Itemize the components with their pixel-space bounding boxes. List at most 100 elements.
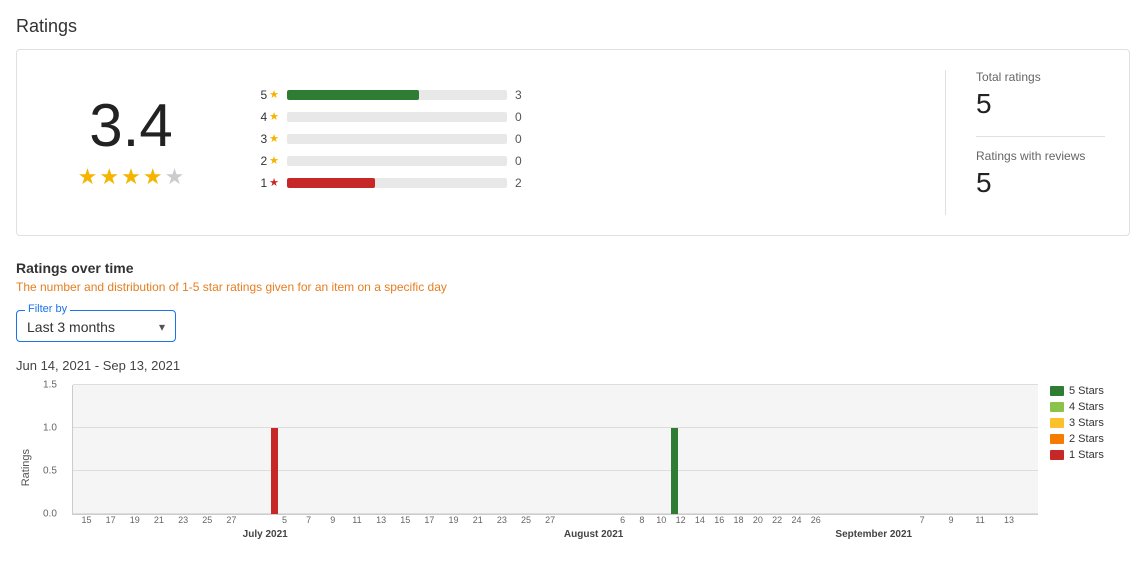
average-score: 3.4 bbox=[41, 96, 221, 156]
bar-track-2 bbox=[287, 156, 507, 166]
x-tick: 6 bbox=[620, 515, 625, 525]
page-title: Ratings bbox=[16, 16, 1130, 37]
x-tick: 21 bbox=[154, 515, 164, 525]
bar-row-1: 1★ 2 bbox=[251, 176, 915, 190]
ratings-card: 3.4 ★ ★ ★ ★ ★ 5★ 3 4★ 0 3★ 0 2★ 0 bbox=[16, 49, 1130, 236]
bar-star-5: ★ bbox=[269, 88, 279, 101]
star-4: ★ bbox=[143, 164, 163, 190]
bar-star-1: ★ bbox=[269, 176, 279, 189]
filter-label: Filter by bbox=[25, 303, 70, 315]
bar-row-2: 2★ 0 bbox=[251, 154, 915, 168]
x-tick: 18 bbox=[734, 515, 744, 525]
total-ratings-label: Total ratings bbox=[976, 70, 1105, 84]
x-tick: 13 bbox=[376, 515, 386, 525]
star-2: ★ bbox=[99, 164, 119, 190]
bar-track-4 bbox=[287, 112, 507, 122]
chevron-down-icon: ▾ bbox=[159, 320, 165, 334]
x-month-july: July 2021 bbox=[243, 529, 288, 540]
legend-color-1stars bbox=[1050, 450, 1064, 460]
x-tick: 16 bbox=[714, 515, 724, 525]
filter-box[interactable]: Filter by Last 3 months ▾ bbox=[16, 310, 176, 342]
legend-1stars: 1 Stars bbox=[1050, 449, 1130, 461]
over-time-title: Ratings over time bbox=[16, 260, 1130, 276]
x-tick: 20 bbox=[753, 515, 763, 525]
legend-4stars: 4 Stars bbox=[1050, 401, 1130, 413]
bar-star-3: ★ bbox=[269, 132, 279, 145]
x-tick: 7 bbox=[920, 515, 925, 525]
x-tick: 25 bbox=[521, 515, 531, 525]
legend-color-5stars bbox=[1050, 386, 1064, 396]
star-1: ★ bbox=[78, 164, 98, 190]
x-tick: 27 bbox=[226, 515, 236, 525]
chart-bar-red bbox=[271, 428, 278, 514]
x-tick: 15 bbox=[400, 515, 410, 525]
reviews-value: 5 bbox=[976, 167, 1105, 199]
legend-color-2stars bbox=[1050, 434, 1064, 444]
x-tick: 12 bbox=[676, 515, 686, 525]
bar-count-4: 0 bbox=[515, 110, 531, 124]
x-month-september: September 2021 bbox=[835, 529, 912, 540]
x-tick: 27 bbox=[545, 515, 555, 525]
bar-row-5: 5★ 3 bbox=[251, 88, 915, 102]
legend-color-3stars bbox=[1050, 418, 1064, 428]
legend-label-4stars: 4 Stars bbox=[1069, 401, 1104, 413]
x-month-august: August 2021 bbox=[564, 529, 623, 540]
x-tick: 22 bbox=[772, 515, 782, 525]
bar-count-3: 0 bbox=[515, 132, 531, 146]
x-tick: 19 bbox=[449, 515, 459, 525]
chart-bar-green bbox=[671, 428, 678, 514]
legend-2stars: 2 Stars bbox=[1050, 433, 1130, 445]
bar-star-2: ★ bbox=[269, 154, 279, 167]
x-tick: 11 bbox=[975, 515, 984, 525]
legend-3stars: 3 Stars bbox=[1050, 417, 1130, 429]
bar-star-4: ★ bbox=[269, 110, 279, 123]
x-tick: 9 bbox=[330, 515, 335, 525]
x-tick: 14 bbox=[695, 515, 705, 525]
x-tick: 10 bbox=[656, 515, 666, 525]
chart-container: 0.0 0.5 1.0 1.5 15 17 19 21 23 25 27 Jul… bbox=[44, 385, 1038, 551]
filter-select[interactable]: Last 3 months ▾ bbox=[27, 319, 165, 335]
date-range: Jun 14, 2021 - Sep 13, 2021 bbox=[16, 358, 1130, 373]
x-tick: 9 bbox=[949, 515, 954, 525]
legend-label-3stars: 3 Stars bbox=[1069, 417, 1104, 429]
bar-label-5: 5 bbox=[260, 88, 267, 102]
bar-label-2: 2 bbox=[260, 154, 267, 168]
x-tick: 26 bbox=[811, 515, 821, 525]
totals-divider bbox=[976, 136, 1105, 137]
chart-inner: 0.0 0.5 1.0 1.5 bbox=[72, 385, 1038, 515]
bar-chart-section: 5★ 3 4★ 0 3★ 0 2★ 0 1★ 2 bbox=[221, 88, 945, 198]
bar-label-3: 3 bbox=[260, 132, 267, 146]
over-time-subtitle: The number and distribution of 1-5 star … bbox=[16, 280, 1130, 294]
bar-count-2: 0 bbox=[515, 154, 531, 168]
x-tick: 5 bbox=[282, 515, 287, 525]
bar-label-1: 1 bbox=[260, 176, 267, 190]
star-rating: ★ ★ ★ ★ ★ bbox=[41, 164, 221, 190]
legend-label-5stars: 5 Stars bbox=[1069, 385, 1104, 397]
legend-5stars: 5 Stars bbox=[1050, 385, 1130, 397]
x-tick: 24 bbox=[791, 515, 801, 525]
star-3: ★ bbox=[121, 164, 141, 190]
legend-color-4stars bbox=[1050, 402, 1064, 412]
totals-section: Total ratings 5 Ratings with reviews 5 bbox=[945, 70, 1105, 215]
star-5: ★ bbox=[165, 164, 185, 190]
x-tick: 17 bbox=[424, 515, 434, 525]
bar-count-1: 2 bbox=[515, 176, 531, 190]
bar-fill-1 bbox=[287, 178, 375, 188]
bar-label-4: 4 bbox=[260, 110, 267, 124]
bar-fill-5 bbox=[287, 90, 419, 100]
x-axis: 15 17 19 21 23 25 27 July 2021 5 7 9 11 … bbox=[72, 515, 1038, 551]
x-tick: 8 bbox=[639, 515, 644, 525]
bar-track-5 bbox=[287, 90, 507, 100]
x-tick: 21 bbox=[473, 515, 483, 525]
chart-area: Ratings 0.0 0.5 1.0 1.5 15 17 19 21 23 bbox=[16, 385, 1130, 551]
x-tick: 23 bbox=[178, 515, 188, 525]
x-tick: 11 bbox=[352, 515, 361, 525]
filter-value: Last 3 months bbox=[27, 319, 115, 335]
bar-count-5: 3 bbox=[515, 88, 531, 102]
x-tick: 25 bbox=[202, 515, 212, 525]
x-tick: 17 bbox=[106, 515, 116, 525]
x-tick: 15 bbox=[81, 515, 91, 525]
x-tick: 23 bbox=[497, 515, 507, 525]
big-score: 3.4 ★ ★ ★ ★ ★ bbox=[41, 96, 221, 190]
chart-legend: 5 Stars 4 Stars 3 Stars 2 Stars 1 Stars bbox=[1050, 385, 1130, 461]
